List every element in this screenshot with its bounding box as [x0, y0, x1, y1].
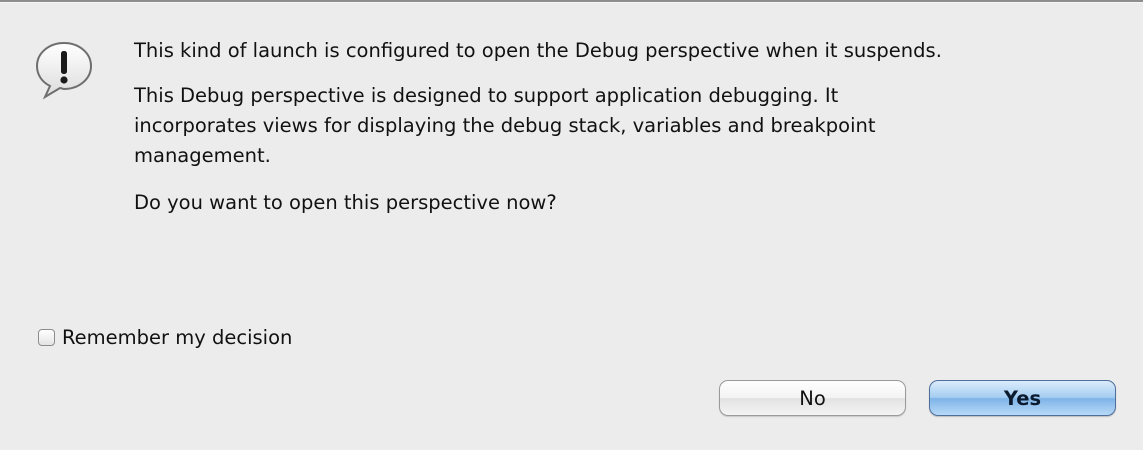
- no-button[interactable]: No: [719, 380, 906, 416]
- remember-decision-option[interactable]: Remember my decision: [38, 322, 292, 352]
- message-question: Do you want to open this perspective now…: [134, 191, 557, 214]
- alert-speech-bubble-icon: [32, 38, 96, 102]
- window-top-highlight: [0, 2, 1143, 3]
- message-detail-line: This Debug perspective is designed to su…: [134, 84, 839, 107]
- message-main: This kind of launch is configured to ope…: [134, 39, 942, 62]
- remember-decision-checkbox[interactable]: [38, 328, 55, 346]
- message-detail-line: management.: [134, 144, 271, 167]
- message-detail: This Debug perspective is designed to su…: [134, 81, 1134, 171]
- message-detail-line: incorporates views for displaying the de…: [134, 114, 876, 137]
- yes-button[interactable]: Yes: [929, 380, 1116, 416]
- dialog-message: This kind of launch is configured to ope…: [134, 36, 1134, 218]
- remember-decision-label[interactable]: Remember my decision: [62, 326, 292, 349]
